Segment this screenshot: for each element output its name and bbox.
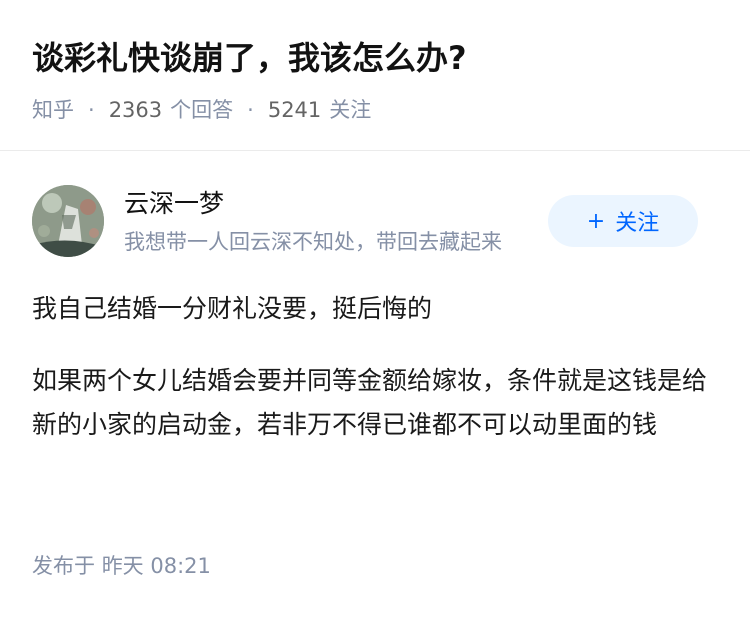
publish-time: 昨天 08:21 [101,554,211,578]
question-meta: 知乎 · 2363 个回答 · 5241 关注 [32,94,371,126]
question-header: 谈彩礼快谈崩了，我该怎么办? 知乎 · 2363 个回答 · 5241 关注 [0,0,750,150]
avatar-image-icon [32,185,104,257]
answers-label[interactable]: 个回答 [170,94,233,126]
followers-label[interactable]: 关注 [329,94,371,126]
followers-count: 5241 [267,98,322,122]
answers-count: 2363 [108,98,163,122]
author-bio: 我想带一人回云深不知处，带回去藏起来 [124,230,502,254]
author-name[interactable]: 云深一梦 [124,187,224,221]
follow-label: 关注 [615,211,660,236]
avatar[interactable] [32,185,104,257]
follow-button[interactable]: + 关注 [548,195,698,247]
source-label[interactable]: 知乎 [32,94,74,126]
plus-icon: + [586,208,606,234]
publish-meta: 发布于 昨天 08:21 [32,551,211,581]
separator-dot: · [247,98,254,122]
answer-paragraph: 我自己结婚一分财礼没要，挺后悔的 [32,294,433,323]
answer-content[interactable]: 我自己结婚一分财礼没要，挺后悔的 如果两个女儿结婚会要并同等金额给嫁妆，条件就是… [32,287,722,475]
answer-paragraph: 如果两个女儿结婚会要并同等金额给嫁妆，条件就是这钱是给新的小家的启动金，若非万不… [32,366,708,439]
answer-card: 云深一梦 我想带一人回云深不知处，带回去藏起来 + 关注 我自己结婚一分财礼没要… [0,151,750,618]
question-title[interactable]: 谈彩礼快谈崩了，我该怎么办? [32,36,467,80]
publish-label: 发布于 [32,554,95,578]
separator-dot: · [88,98,95,122]
